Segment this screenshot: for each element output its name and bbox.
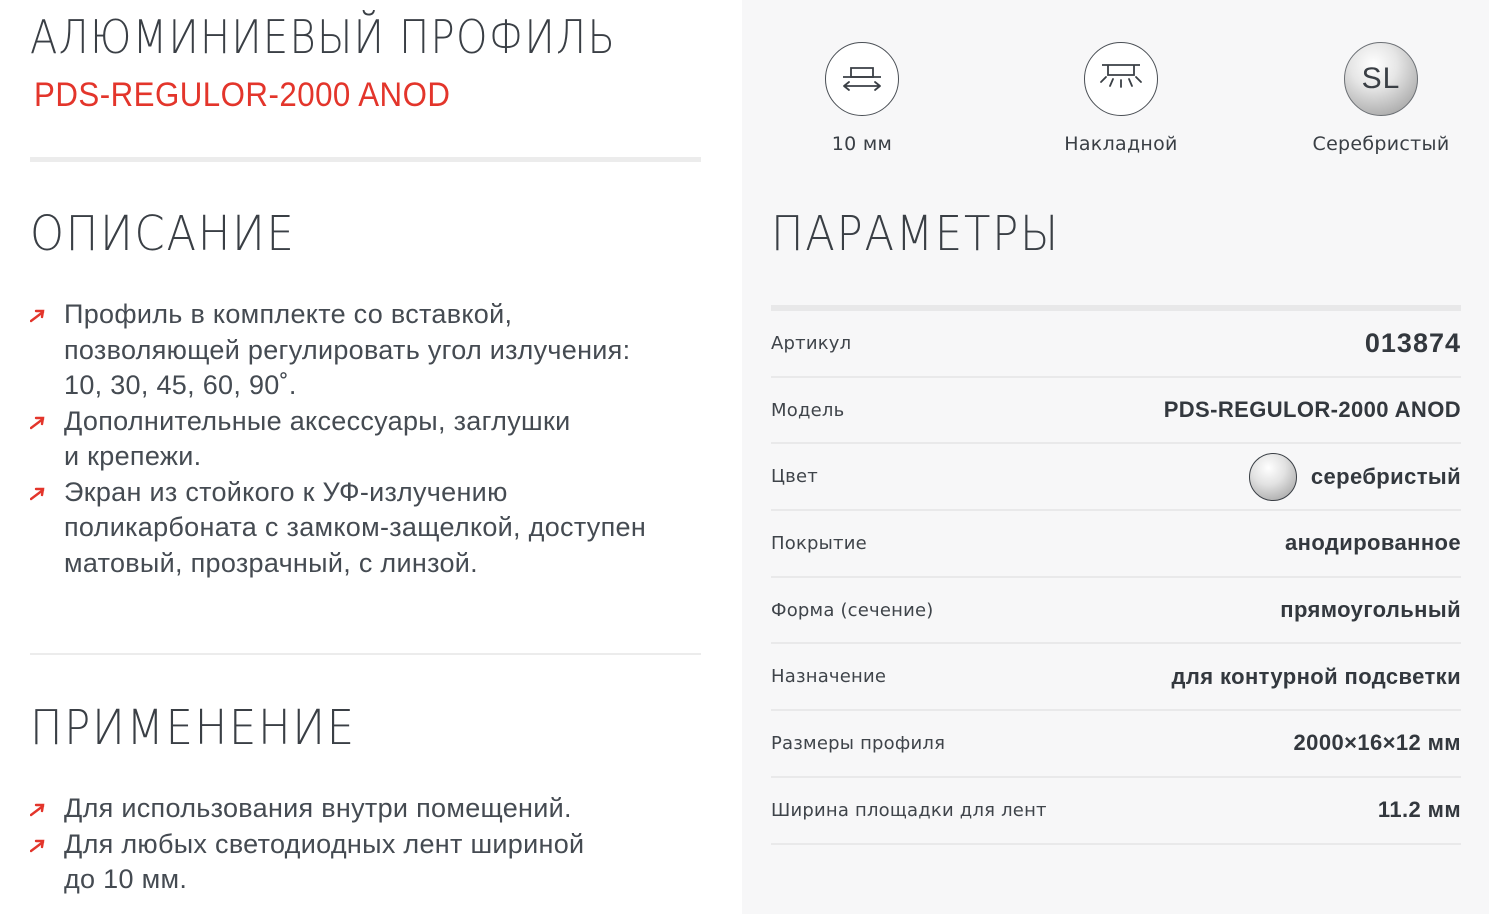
parameters-heading: ПАРАМЕТРЫ	[771, 206, 1060, 262]
parameters-table: Артикул 013874 Модель PDS-REGULOR-2000 A…	[771, 311, 1461, 845]
param-key: Ширина площадки для лент	[771, 799, 1047, 821]
param-key: Назначение	[771, 666, 887, 688]
surface-mount-icon	[1084, 42, 1158, 116]
param-key: Цвет	[771, 466, 818, 488]
param-value: прямоугольный	[1280, 597, 1461, 623]
param-key: Покрытие	[771, 532, 867, 554]
red-arrow-icon	[30, 309, 45, 323]
table-row: Назначение для контурной подсветки	[771, 644, 1461, 712]
param-value-color: серебристый	[1248, 452, 1461, 501]
list-item-line: Профиль в комплекте со вставкой,	[64, 299, 513, 329]
param-value: PDS-REGULOR-2000 ANOD	[1163, 397, 1461, 423]
silver-swatch-icon	[1248, 452, 1297, 501]
list-item-line: Для использования внутри помещений.	[64, 793, 572, 823]
param-value: для контурной подсветки	[1171, 663, 1461, 689]
tape-width-icon	[825, 42, 899, 116]
feature-color: SL Серебристый	[1281, 42, 1481, 155]
table-row: Покрытие анодированное	[771, 511, 1461, 578]
product-model: PDS-REGULOR-2000 ANOD	[34, 76, 451, 114]
red-arrow-icon	[30, 803, 45, 817]
list-item-line: Экран из стойкого к УФ-излучению	[64, 476, 508, 507]
param-key: Форма (сечение)	[771, 599, 934, 621]
list-item-line: поликарбоната с замком-защелкой, доступе…	[64, 512, 647, 542]
silver-color-icon: SL	[1344, 42, 1418, 116]
param-key: Размеры профиля	[771, 732, 946, 754]
title-divider	[30, 157, 701, 162]
description-heading: ОПИСАНИЕ	[30, 206, 296, 262]
color-code-text: SL	[1361, 62, 1401, 95]
param-value: серебристый	[1310, 463, 1461, 489]
table-row: Артикул 013874	[771, 311, 1461, 378]
description-list: Профиль в комплекте со вставкой, позволя…	[30, 297, 646, 581]
param-key: Артикул	[771, 332, 852, 354]
param-value: 013874	[1364, 327, 1461, 358]
list-item: Экран из стойкого к УФ-излучению поликар…	[30, 475, 646, 582]
product-title: АЛЮМИНИЕВЫЙ ПРОФИЛЬ	[30, 10, 617, 64]
feature-mount: Накладной	[1021, 42, 1221, 155]
application-list: Для использования внутри помещений. Для …	[30, 791, 584, 898]
table-row: Модель PDS-REGULOR-2000 ANOD	[771, 378, 1461, 445]
list-item-line: матовый, прозрачный, с линзой.	[64, 547, 478, 578]
list-item-line: Дополнительные аксессуары, заглушки	[64, 405, 571, 436]
list-item-line: позволяющей регулировать угол излучения:	[64, 334, 631, 365]
table-row: Ширина площадки для лент 11.2 мм	[771, 778, 1461, 845]
table-row: Форма (сечение) прямоугольный	[771, 578, 1461, 645]
red-arrow-icon	[30, 416, 45, 429]
red-arrow-icon	[30, 839, 45, 852]
list-item-line: до 10 мм.	[64, 864, 188, 894]
red-arrow-icon	[30, 487, 45, 500]
param-value: анодированное	[1285, 530, 1461, 556]
feature-label: Серебристый	[1312, 133, 1450, 155]
param-key: Модель	[771, 399, 845, 421]
list-item-line: 10, 30, 45, 60, 90˚.	[64, 370, 297, 400]
list-item: Профиль в комплекте со вставкой, позволя…	[30, 297, 646, 404]
feature-label: 10 мм	[831, 133, 893, 155]
list-item: Дополнительные аксессуары, заглушки и кр…	[30, 404, 646, 475]
table-row: Размеры профиля 2000×16×12 мм	[771, 711, 1461, 778]
application-heading: ПРИМЕНЕНИЕ	[30, 700, 356, 756]
section-divider	[30, 653, 701, 655]
list-item-line: и крепежи.	[64, 441, 202, 471]
feature-label: Накладной	[1064, 133, 1178, 155]
list-item-line: Для любых светодиодных лент шириной	[64, 828, 585, 859]
feature-width: 10 мм	[762, 42, 962, 155]
list-item: Для использования внутри помещений.	[30, 791, 584, 827]
param-value: 11.2 мм	[1377, 797, 1461, 823]
list-item: Для любых светодиодных лент шириной до 1…	[30, 827, 584, 898]
table-row: Цвет серебристый	[771, 444, 1461, 512]
param-value: 2000×16×12 мм	[1293, 730, 1461, 756]
